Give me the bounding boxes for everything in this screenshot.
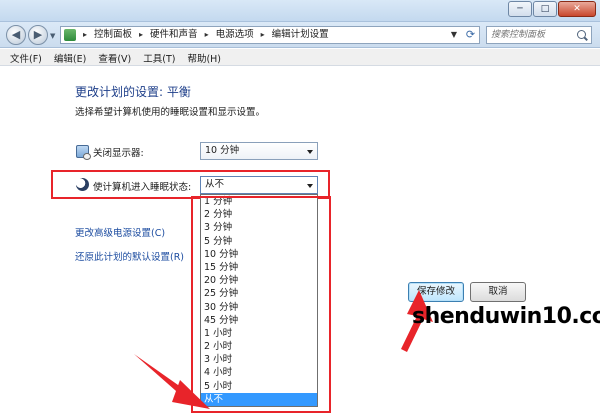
site-watermark: shenduwin10.com bbox=[412, 304, 600, 329]
advanced-power-settings-link[interactable]: 更改高级电源设置(C) bbox=[75, 225, 165, 239]
breadcrumb-separator-icon[interactable]: ▸ bbox=[205, 29, 209, 41]
menu-bar: 文件(F) 编辑(E) 查看(V) 工具(T) 帮助(H) bbox=[0, 49, 600, 66]
save-changes-button[interactable]: 保存修改 bbox=[408, 282, 464, 302]
search-icon[interactable] bbox=[577, 30, 586, 39]
cancel-button[interactable]: 取消 bbox=[470, 282, 526, 302]
display-off-select[interactable]: 10 分钟 bbox=[200, 142, 318, 160]
breadcrumb-item[interactable]: 电源选项 bbox=[216, 29, 254, 41]
maximize-button[interactable]: □ bbox=[533, 1, 557, 17]
display-off-value: 10 分钟 bbox=[205, 145, 240, 156]
window-controls: ─ □ ✕ bbox=[508, 1, 596, 17]
navigation-bar: ◀ ▶ ▼ ▸ 控制面板 ▸ 硬件和声音 ▸ 电源选项 ▸ 编辑计划设置 ▼ ⟳ bbox=[0, 22, 600, 48]
back-button[interactable]: ◀ bbox=[6, 25, 26, 45]
menu-edit[interactable]: 编辑(E) bbox=[50, 49, 94, 65]
address-bar[interactable]: ▸ 控制面板 ▸ 硬件和声音 ▸ 电源选项 ▸ 编辑计划设置 ▼ ⟳ bbox=[60, 26, 480, 44]
page-subtitle: 选择希望计算机使用的睡眠设置和显示设置。 bbox=[75, 107, 266, 118]
breadcrumb-item[interactable]: 控制面板 bbox=[94, 29, 132, 41]
breadcrumb: ▸ 控制面板 ▸ 硬件和声音 ▸ 电源选项 ▸ 编辑计划设置 bbox=[80, 29, 329, 41]
breadcrumb-item[interactable]: 硬件和声音 bbox=[150, 29, 198, 41]
breadcrumb-separator-icon[interactable]: ▸ bbox=[139, 29, 143, 41]
breadcrumb-item[interactable]: 编辑计划设置 bbox=[272, 29, 329, 41]
content-pane: 更改计划的设置: 平衡 选择希望计算机使用的睡眠设置和显示设置。 关闭显示器: … bbox=[0, 66, 600, 415]
breadcrumb-separator-icon[interactable]: ▸ bbox=[261, 29, 265, 41]
chevron-down-icon bbox=[307, 150, 313, 154]
minimize-button[interactable]: ─ bbox=[508, 1, 532, 17]
address-dropdown-icon[interactable]: ▼ bbox=[447, 28, 461, 42]
menu-tools[interactable]: 工具(T) bbox=[139, 49, 183, 65]
menu-view[interactable]: 查看(V) bbox=[94, 49, 139, 65]
recent-pages-dropdown-icon[interactable]: ▼ bbox=[50, 32, 55, 40]
search-input[interactable] bbox=[491, 28, 575, 42]
search-box bbox=[486, 26, 592, 44]
restore-defaults-link[interactable]: 还原此计划的默认设置(R) bbox=[75, 249, 184, 263]
menu-file[interactable]: 文件(F) bbox=[6, 49, 50, 65]
menu-help[interactable]: 帮助(H) bbox=[183, 49, 229, 65]
page-title: 更改计划的设置: 平衡 bbox=[75, 85, 191, 99]
monitor-icon bbox=[76, 145, 91, 160]
close-button[interactable]: ✕ bbox=[558, 1, 596, 17]
refresh-icon[interactable]: ⟳ bbox=[463, 28, 478, 42]
breadcrumb-separator-icon[interactable]: ▸ bbox=[83, 29, 87, 41]
control-panel-icon bbox=[64, 29, 76, 41]
annotation-box-options bbox=[191, 196, 331, 413]
window-titlebar: ─ □ ✕ bbox=[0, 0, 600, 22]
display-off-label: 关闭显示器: bbox=[93, 148, 144, 159]
forward-button[interactable]: ▶ bbox=[28, 25, 48, 45]
